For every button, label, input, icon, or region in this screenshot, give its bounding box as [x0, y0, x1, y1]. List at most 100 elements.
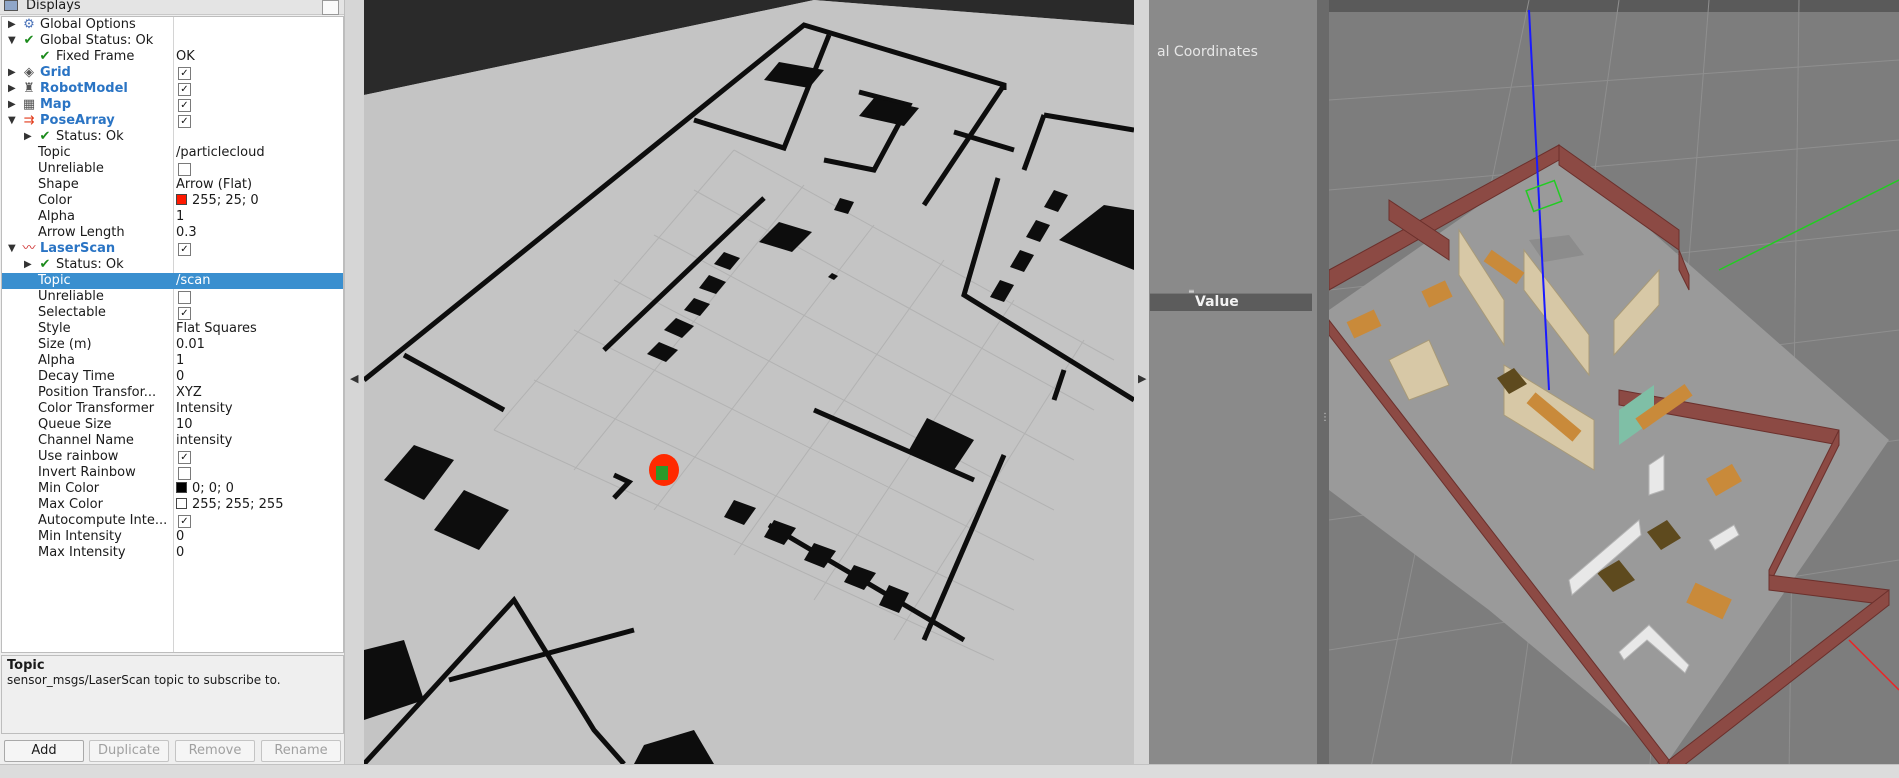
tree-row[interactable]: ▼ ⇉ PoseArray ✓ — [2, 113, 343, 129]
rviz-3d-view[interactable] — [364, 0, 1134, 764]
tree-row[interactable]: Topic/particlecloud — [2, 145, 343, 161]
tree-row[interactable]: Unreliable — [2, 289, 343, 305]
checkbox-checked[interactable]: ✓ — [178, 99, 191, 112]
chevron-down-icon[interactable]: ▼ — [8, 241, 18, 257]
tree-row[interactable]: Max Color 255; 255; 255 — [2, 497, 343, 513]
checkbox-checked[interactable]: ✓ — [178, 515, 191, 528]
tree-row[interactable]: Color Transformer Intensity — [2, 401, 343, 417]
tree-row[interactable]: Size (m) 0.01 — [2, 337, 343, 353]
tree-row[interactable]: ▶ ⚙ Global Options — [2, 17, 343, 33]
checkbox-checked[interactable]: ✓ — [178, 451, 191, 464]
tree-row-label: Arrow Length — [38, 225, 125, 240]
tree-row[interactable]: ▼ ✔ Global Status: Ok — [2, 33, 343, 49]
tree-row[interactable]: Topic/scan — [2, 273, 343, 289]
tree-row[interactable]: Invert Rainbow — [2, 465, 343, 481]
chevron-down-icon[interactable]: ▼ — [8, 113, 18, 129]
tree-row-value[interactable]: Flat Squares — [176, 321, 257, 337]
check-icon: ✔ — [39, 257, 51, 272]
tree-row[interactable]: Alpha 1 — [2, 209, 343, 225]
status-bar — [0, 764, 1899, 778]
collapse-right-icon[interactable]: ▶ — [1138, 372, 1146, 385]
checkbox-unchecked[interactable] — [178, 291, 191, 304]
tree-row[interactable]: ▼ 〰 LaserScan ✓ — [2, 241, 343, 257]
tree-row[interactable]: Color 255; 25; 0 — [2, 193, 343, 209]
chevron-down-icon[interactable]: ▼ — [8, 33, 18, 49]
tree-row[interactable]: Arrow Length 0.3 — [2, 225, 343, 241]
check-icon: ✔ — [39, 129, 51, 144]
tree-row-value[interactable]: 0 — [176, 545, 184, 561]
tree-row[interactable]: ▶ ▦ Map ✓ — [2, 97, 343, 113]
panel-close-button[interactable] — [322, 0, 339, 15]
checkbox-unchecked[interactable] — [178, 467, 191, 480]
rename-button[interactable]: Rename — [261, 740, 341, 762]
tree-row[interactable]: Max Intensity 0 — [2, 545, 343, 561]
color-swatch — [176, 482, 187, 493]
grid-icon: ◈ — [24, 65, 34, 80]
tree-row-label: Unreliable — [38, 161, 104, 176]
checkbox-checked[interactable]: ✓ — [178, 307, 191, 320]
tree-row-value[interactable]: 0 — [176, 529, 184, 545]
tree-row-value[interactable]: 0.01 — [176, 337, 205, 353]
tree-row[interactable]: Min Intensity 0 — [2, 529, 343, 545]
tree-row-value[interactable]: 0; 0; 0 — [176, 481, 234, 497]
window-splitter[interactable]: ⋮ — [1317, 0, 1330, 777]
tree-row[interactable]: ✔ Fixed Frame OK — [2, 49, 343, 65]
tree-row-value[interactable]: 0 — [176, 369, 184, 385]
tree-row[interactable]: ▶ ✔ Status: Ok — [2, 257, 343, 273]
tree-row[interactable]: ▶ ◈ Grid ✓ — [2, 65, 343, 81]
gear-icon: ⚙ — [23, 17, 35, 32]
tree-row-value[interactable]: 1 — [176, 353, 184, 369]
tree-row[interactable]: Position Transfor... XYZ — [2, 385, 343, 401]
tree-row[interactable]: Alpha 1 — [2, 353, 343, 369]
add-button[interactable]: Add — [4, 740, 84, 762]
value-column-header[interactable]: Value — [1150, 293, 1312, 311]
duplicate-button[interactable]: Duplicate — [89, 740, 169, 762]
tree-row-value[interactable]: 1 — [176, 209, 184, 225]
tree-row[interactable]: ▶ ♜ RobotModel ✓ — [2, 81, 343, 97]
tree-row[interactable]: Decay Time 0 — [2, 369, 343, 385]
remove-button[interactable]: Remove — [175, 740, 255, 762]
chevron-right-icon[interactable]: ▶ — [8, 81, 18, 97]
checkbox-unchecked[interactable] — [178, 163, 191, 176]
tree-row[interactable]: Queue Size 10 — [2, 417, 343, 433]
tree-row-value[interactable]: Arrow (Flat) — [176, 177, 252, 193]
tree-row-value[interactable]: /particlecloud — [176, 145, 265, 161]
tree-row-value[interactable]: XYZ — [176, 385, 202, 401]
tree-row[interactable]: Shape Arrow (Flat) — [2, 177, 343, 193]
tree-row[interactable]: Unreliable — [2, 161, 343, 177]
tree-row[interactable]: ▶ ✔ Status: Ok — [2, 129, 343, 145]
tree-row-value[interactable]: 10 — [176, 417, 193, 433]
tree-row[interactable]: Use rainbow ✓ — [2, 449, 343, 465]
display-tree[interactable]: ▶ ⚙ Global Options ▼ ✔ Global Status: Ok ✔ Fixe… — [1, 16, 344, 653]
tree-row[interactable]: Min Color 0; 0; 0 — [2, 481, 343, 497]
tree-row-label: Shape — [38, 177, 79, 192]
tree-row[interactable]: Channel Name intensity — [2, 433, 343, 449]
checkbox-checked[interactable]: ✓ — [178, 83, 191, 96]
checkbox-checked[interactable]: ✓ — [178, 67, 191, 80]
tree-row[interactable]: Style Flat Squares — [2, 321, 343, 337]
tree-row-value[interactable]: 255; 255; 255 — [176, 497, 283, 513]
tree-row[interactable]: Selectable ✓ — [2, 305, 343, 321]
tree-row-value[interactable]: OK — [176, 49, 195, 65]
checkbox-checked[interactable]: ✓ — [178, 115, 191, 128]
collapse-left-icon[interactable]: ◀ — [350, 372, 358, 385]
tree-row-value-text: 0 — [176, 545, 185, 560]
tree-row-value[interactable]: Intensity — [176, 401, 233, 417]
tree-row-value[interactable]: 0.3 — [176, 225, 197, 241]
tree-row-value-text: 1 — [176, 209, 185, 224]
color-swatch — [176, 498, 187, 509]
chevron-right-icon[interactable]: ▶ — [8, 17, 18, 33]
chevron-right-icon[interactable]: ▶ — [8, 65, 18, 81]
gazebo-3d-view[interactable] — [1329, 0, 1899, 777]
robot-icon: ♜ — [23, 81, 35, 96]
tree-row-value[interactable]: 255; 25; 0 — [176, 193, 259, 209]
tree-row[interactable]: Autocompute Inte... ✓ — [2, 513, 343, 529]
gazebo-toolbar[interactable] — [1329, 0, 1899, 12]
tree-row-value[interactable]: intensity — [176, 433, 232, 449]
chevron-right-icon[interactable]: ▶ — [24, 257, 34, 273]
chevron-right-icon[interactable]: ▶ — [8, 97, 18, 113]
chevron-right-icon[interactable]: ▶ — [24, 129, 34, 145]
checkbox-checked[interactable]: ✓ — [178, 243, 191, 256]
tree-row-value-text: 0 — [176, 369, 185, 384]
tree-row-value[interactable]: /scan — [176, 273, 211, 289]
